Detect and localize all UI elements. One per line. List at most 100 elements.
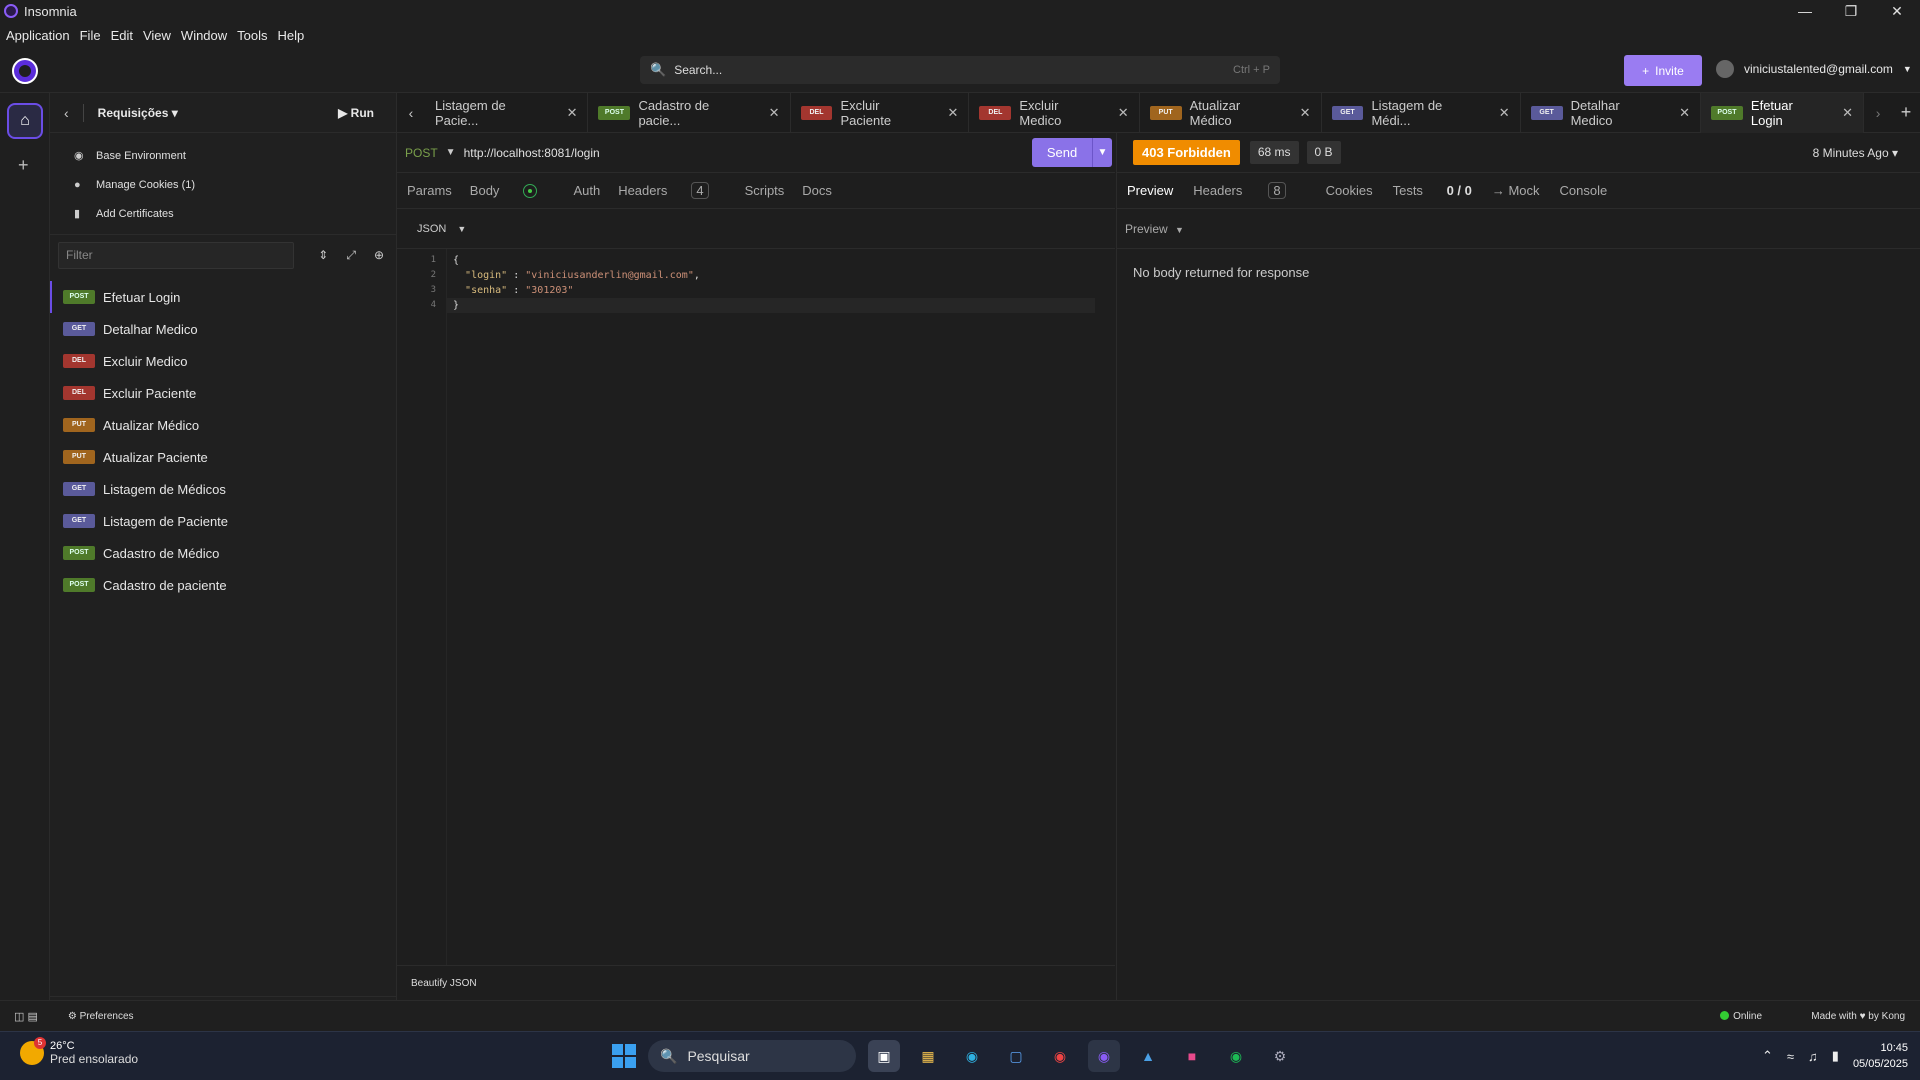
add-request-icon[interactable]: ⊕ [374,248,384,263]
tabs-scroll-left-icon[interactable]: ‹ [397,105,425,121]
close-tab-icon[interactable]: ✕ [1842,105,1853,121]
tab-console[interactable]: Console [1560,183,1608,198]
sidebar-request-item[interactable]: PUT Atualizar Médico [50,409,396,441]
left-rail: ⌂ + [0,93,50,1031]
expand-icon[interactable]: ⤢ [346,248,356,263]
restore-button[interactable]: ❐ [1828,0,1874,22]
close-tab-icon[interactable]: ✕ [948,105,959,121]
history-dropdown[interactable]: 8 Minutes Ago ▾ [1813,146,1898,160]
taskbar-search[interactable]: 🔍 Pesquisar [648,1040,856,1072]
user-menu[interactable]: viniciustalented@gmail.com ▼ [1716,60,1912,78]
close-tab-icon[interactable]: ✕ [567,105,578,121]
intellij-icon[interactable]: ■ [1176,1040,1208,1072]
request-tab[interactable]: POST Cadastro de pacie... ✕ [588,92,791,133]
sidebar-request-item[interactable]: PUT Atualizar Paciente [50,441,396,473]
vscode-icon[interactable]: ▲ [1132,1040,1164,1072]
menu-window[interactable]: Window [181,28,227,43]
body-editor[interactable]: 1 2 3 4 { "login" : "viniciusanderlin@gmail… [397,249,1115,965]
close-window-button[interactable]: ✕ [1874,0,1920,22]
task-view-icon[interactable]: ▣ [868,1040,900,1072]
menu-help[interactable]: Help [278,28,305,43]
new-project-icon[interactable]: + [18,155,29,176]
sort-icon[interactable]: ⇕ [318,248,328,263]
search-input[interactable]: 🔍 Search... Ctrl + P [640,56,1280,84]
manage-cookies-link[interactable]: ● Manage Cookies (1) [50,170,396,199]
chrome-icon[interactable]: ◉ [1044,1040,1076,1072]
base-environment-link[interactable]: ◉ Base Environment [50,141,396,170]
close-tab-icon[interactable]: ✕ [1118,105,1129,121]
tab-tests[interactable]: Tests 0 / 0 [1393,183,1472,198]
made-with-kong[interactable]: Made with ♥ by Kong [1811,1011,1905,1022]
url-input[interactable]: http://localhost:8081/login [464,146,600,160]
menu-view[interactable]: View [143,28,171,43]
back-icon[interactable]: ‹ [64,105,69,121]
request-tab[interactable]: PUT Atualizar Médico ✕ [1140,92,1322,133]
send-options-icon[interactable]: ▼ [1092,138,1112,167]
sidebar-request-item[interactable]: DEL Excluir Medico [50,345,396,377]
tab-preview[interactable]: Preview [1127,183,1173,198]
sidebar-request-item[interactable]: POST Efetuar Login [50,281,396,313]
sidebar-request-item[interactable]: POST Cadastro de paciente [50,569,396,601]
settings-icon[interactable]: ⚙ [1264,1040,1296,1072]
tab-body[interactable]: Body [470,183,556,199]
insomnia-taskbar-icon[interactable]: ◉ [1088,1040,1120,1072]
collection-title[interactable]: Requisições ▾ [98,106,178,120]
tabs-scroll-right-icon[interactable]: › [1864,105,1892,121]
wifi-icon[interactable]: ≈ [1787,1049,1794,1064]
sidebar-request-item[interactable]: GET Detalhar Medico [50,313,396,345]
sidebar-request-item[interactable]: POST Cadastro de Médico [50,537,396,569]
tab-mock[interactable]: → Mock [1492,183,1540,198]
request-tab[interactable]: DEL Excluir Paciente ✕ [791,92,970,133]
store-icon[interactable]: ▢ [1000,1040,1032,1072]
menu-file[interactable]: File [80,28,101,43]
request-tab[interactable]: GET Listagem de Médi... ✕ [1322,92,1521,133]
body-type-select[interactable]: JSON ▼ [417,223,466,235]
tray-expand-icon[interactable]: ⌃ [1762,1048,1773,1064]
close-tab-icon[interactable]: ✕ [769,105,780,121]
tab-scripts[interactable]: Scripts [745,183,785,198]
home-button[interactable]: ⌂ [7,103,43,139]
sidebar-request-item[interactable]: GET Listagem de Médicos [50,473,396,505]
spotify-icon[interactable]: ◉ [1220,1040,1252,1072]
close-tab-icon[interactable]: ✕ [1679,105,1690,121]
run-button[interactable]: ▶ Run [338,106,374,120]
tab-headers[interactable]: Headers 4 [618,182,726,199]
volume-icon[interactable]: ♫ [1808,1049,1818,1064]
close-tab-icon[interactable]: ✕ [1300,105,1311,121]
clock[interactable]: 10:45 05/05/2025 [1853,1040,1908,1072]
request-tab[interactable]: POST Efetuar Login ✕ [1700,92,1865,133]
layout-toggle-icon[interactable]: ◫ ▤ [14,1010,38,1023]
menu-tools[interactable]: Tools [237,28,267,43]
tab-docs[interactable]: Docs [802,183,832,198]
beautify-json-button[interactable]: Beautify JSON [411,978,477,989]
minimize-button[interactable]: — [1782,0,1828,22]
edge-icon[interactable]: ◉ [956,1040,988,1072]
file-explorer-icon[interactable]: ▦ [912,1040,944,1072]
weather-widget[interactable]: 5 26°C Pred ensolarado [20,1037,138,1066]
tab-auth[interactable]: Auth [573,183,600,198]
send-button[interactable]: Send ▼ [1032,138,1112,167]
battery-icon[interactable]: ▮ [1832,1048,1839,1064]
new-tab-icon[interactable]: + [1892,102,1920,123]
tab-label: Excluir Paciente [840,97,892,128]
request-tab[interactable]: Listagem de Pacie... ✕ [425,92,589,133]
code-content[interactable]: { "login" : "viniciusanderlin@gmail.com"… [453,253,700,313]
insomnia-brand-icon[interactable] [12,58,38,84]
menu-edit[interactable]: Edit [111,28,133,43]
sidebar-request-item[interactable]: DEL Excluir Paciente [50,377,396,409]
add-certificates-link[interactable]: ▮ Add Certificates [50,199,396,228]
preferences-button[interactable]: ⚙ Preferences [68,1011,134,1022]
request-tab[interactable]: DEL Excluir Medico ✕ [969,92,1140,133]
windows-start-icon[interactable] [612,1044,636,1068]
tab-response-headers[interactable]: Headers 8 [1193,182,1305,199]
invite-button[interactable]: + Invite [1624,55,1702,86]
sidebar-request-item[interactable]: GET Listagem de Paciente [50,505,396,537]
tab-cookies[interactable]: Cookies [1326,183,1373,198]
method-select[interactable]: POST [405,146,438,160]
request-tab[interactable]: GET Detalhar Medico ✕ [1521,92,1701,133]
menu-application[interactable]: Application [6,28,70,43]
preview-mode-select[interactable]: Preview ▼ [1125,222,1184,236]
filter-input[interactable]: Filter [58,241,294,269]
tab-params[interactable]: Params [407,183,452,198]
close-tab-icon[interactable]: ✕ [1499,105,1510,121]
